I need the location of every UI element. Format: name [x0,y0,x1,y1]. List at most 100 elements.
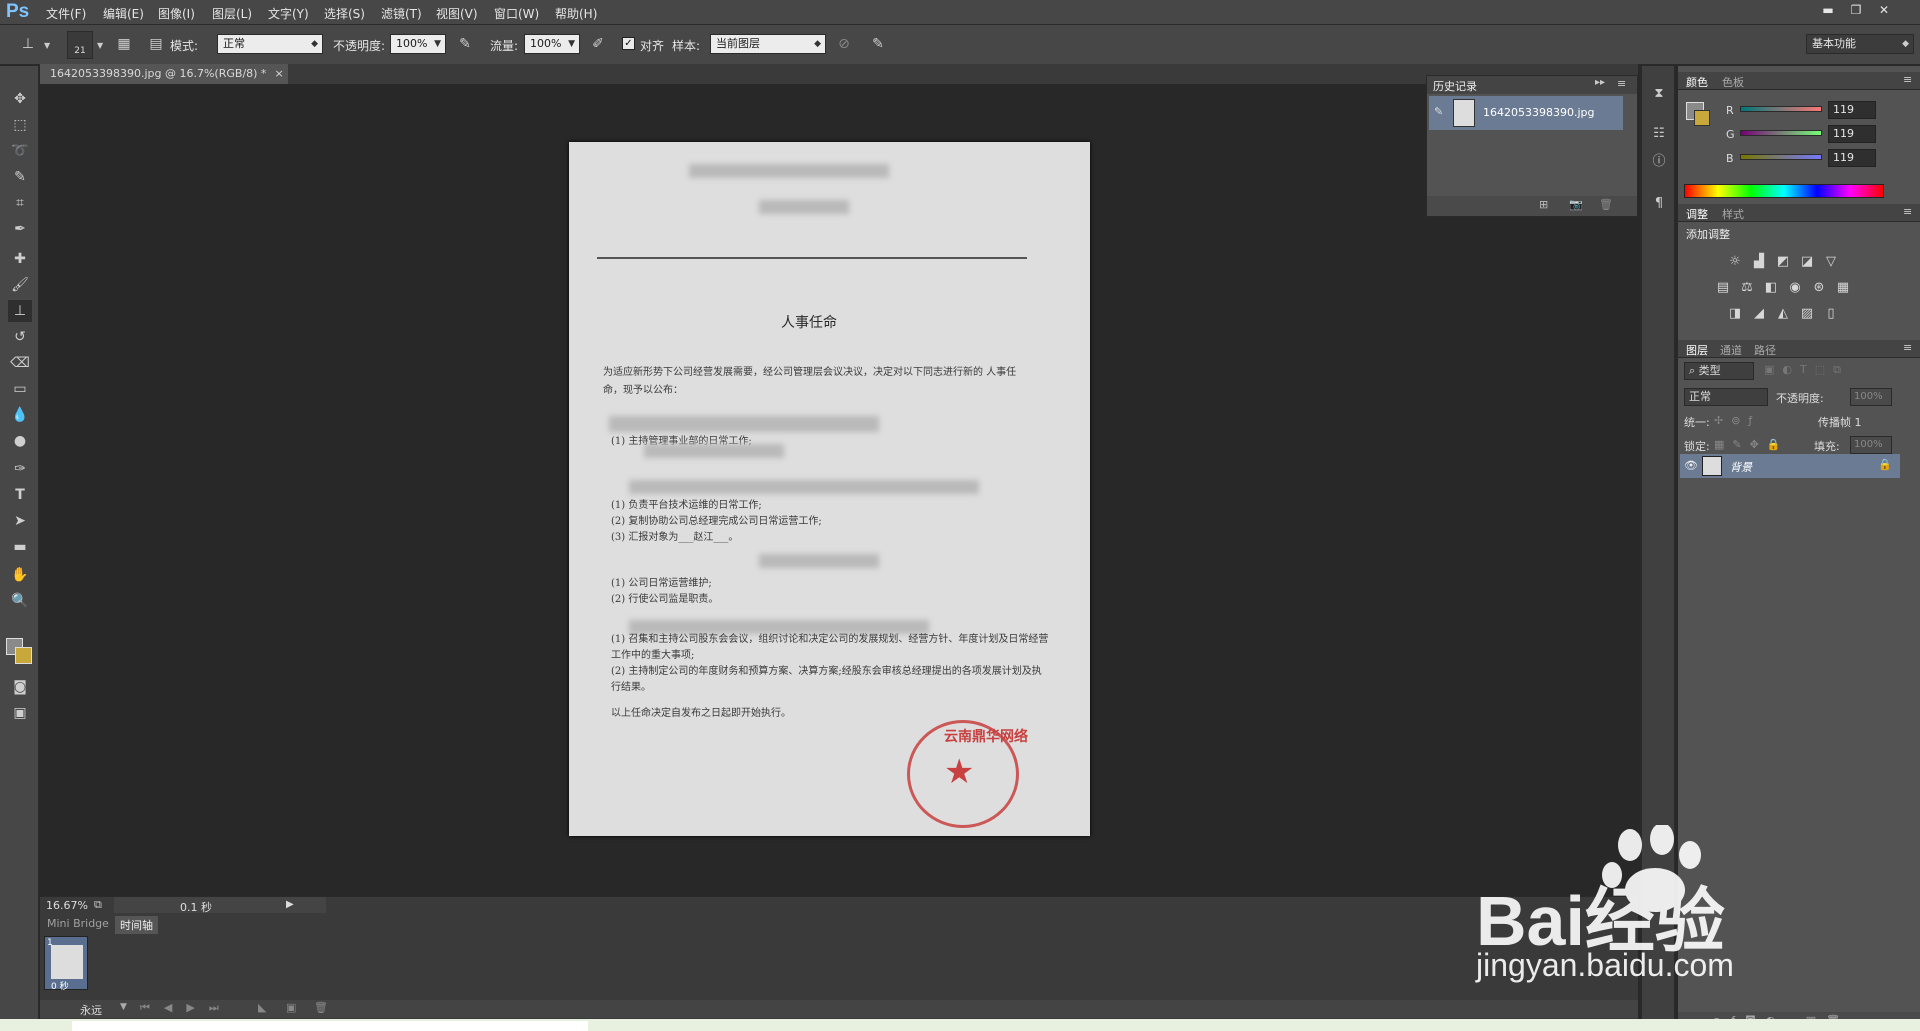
layer-opacity-input[interactable]: 100% [1850,388,1892,406]
layer-filter-icons[interactable]: ▣◐T⬚⧉ [1764,363,1849,377]
screen-mode-icon[interactable]: ▣ [8,702,32,724]
fill-input[interactable]: 100% [1850,436,1892,454]
path-select-tool-icon[interactable]: ➤ [8,510,32,532]
loop-select[interactable]: 永远 [80,1002,102,1018]
unify-icons[interactable]: ✢⊚ƒ [1714,414,1760,427]
status-info-icon[interactable]: ⧉ [94,898,102,912]
r-slider[interactable] [1740,106,1822,112]
info-panel-icon[interactable]: ⓘ [1649,152,1669,172]
menu-type[interactable]: 文字(Y) [268,5,309,22]
quick-mask-icon[interactable]: ◙ [8,676,32,698]
vibrance-icon[interactable]: ▽ [1822,254,1840,270]
brightness-icon[interactable]: ☼ [1726,254,1744,270]
tab-swatches[interactable]: 色板 [1718,74,1748,90]
brush-tool-icon[interactable]: 🖌 [8,274,32,296]
zoom-level[interactable]: 16.67% [46,899,88,912]
close-icon[interactable]: ✕ [1874,2,1894,18]
ignore-adjustment-icon[interactable]: ⊘ [834,34,854,54]
hand-tool-icon[interactable]: ✋ [8,564,32,586]
lock-icons[interactable]: ▦✎✥🔒 [1714,438,1789,451]
new-document-from-state-icon[interactable]: ⊞ [1539,198,1548,211]
history-panel-icon[interactable]: ⧗ [1649,84,1669,104]
gradient-map-icon[interactable]: ▨ [1798,306,1816,322]
menu-layer[interactable]: 图层(L) [212,5,252,22]
history-item[interactable]: ✎ 1642053398390.jpg [1429,96,1623,130]
minimize-icon[interactable]: ▬ [1818,2,1838,18]
brush-panel-icon[interactable]: ▦ [114,34,134,54]
type-tool-icon[interactable]: T [8,484,32,506]
status-menu-icon[interactable]: ▶ [286,899,294,910]
threshold-icon[interactable]: ◭ [1774,306,1792,322]
tab-styles[interactable]: 样式 [1718,206,1748,222]
clone-stamp-tool-icon[interactable]: ⊥ [8,300,32,322]
eyedropper-tool-icon[interactable]: ✒ [8,218,32,240]
airbrush-icon[interactable]: ✐ [588,34,608,54]
b-input[interactable]: 119 [1828,149,1876,167]
b-slider[interactable] [1740,154,1822,160]
panel-menu-icon[interactable]: ≡ [1903,205,1912,218]
tab-mini-bridge[interactable]: Mini Bridge [42,916,114,931]
spot-heal-tool-icon[interactable]: ✚ [8,248,32,270]
close-tab-icon[interactable]: × [274,67,283,80]
delete-frame-icon[interactable]: 🗑 [314,1001,328,1014]
snapshot-icon[interactable]: 📷 [1569,198,1583,211]
menu-help[interactable]: 帮助(H) [555,5,597,22]
tab-channels[interactable]: 通道 [1716,342,1746,358]
g-input[interactable]: 119 [1828,125,1876,143]
menu-view[interactable]: 视图(V) [436,5,478,22]
clone-stamp-icon[interactable]: ⊥ [18,34,38,54]
levels-icon[interactable]: ▟ [1750,254,1768,270]
playback-controls[interactable]: ⏮◀▶⏭ [140,1001,233,1015]
layer-filter-select[interactable]: ⌕ 类型 [1684,362,1754,380]
photo-filter-icon[interactable]: ◉ [1786,280,1804,296]
color-balance-icon[interactable]: ⚖ [1738,280,1756,296]
lasso-tool-icon[interactable]: ➰ [8,140,32,162]
background-color-swatch[interactable] [15,647,32,664]
history-tab[interactable]: 历史记录 [1433,78,1477,94]
shape-tool-icon[interactable]: ▬ [8,536,32,558]
exposure-icon[interactable]: ◪ [1798,254,1816,270]
selective-color-icon[interactable]: ▯ [1822,306,1840,322]
brush-preset[interactable]: 21 [67,31,93,59]
delete-state-icon[interactable]: 🗑 [1599,198,1613,211]
tab-paths[interactable]: 路径 [1750,342,1780,358]
posterize-icon[interactable]: ◢ [1750,306,1768,322]
invert-icon[interactable]: ◨ [1726,306,1744,322]
opacity-input[interactable]: 100% ▼ [390,34,446,54]
background-color-swatch[interactable] [1694,110,1710,126]
propagate-frame-label[interactable]: 传播帧 1 [1818,414,1862,430]
quick-select-tool-icon[interactable]: ✎ [8,166,32,188]
align-checkbox[interactable]: ✓ [622,37,635,50]
frame-delay[interactable]: 0 秒 [51,979,69,992]
color-spectrum[interactable] [1684,184,1884,198]
new-frame-icon[interactable]: ▣ [286,1001,296,1014]
marquee-tool-icon[interactable]: ⬚ [8,114,32,136]
layer-name[interactable]: 背景 [1730,459,1752,475]
gradient-tool-icon[interactable]: ▭ [8,378,32,400]
menu-filter[interactable]: 滤镜(T) [381,5,422,22]
channel-mixer-icon[interactable]: ⊛ [1810,280,1828,296]
pressure-opacity-icon[interactable]: ✎ [455,34,475,54]
r-input[interactable]: 119 [1828,101,1876,119]
zoom-tool-icon[interactable]: 🔍 [8,590,32,612]
timeline-frame[interactable]: 1 0 秒 [44,936,88,992]
history-brush-source-icon[interactable]: ✎ [1434,105,1443,118]
history-brush-tool-icon[interactable]: ↺ [8,326,32,348]
menu-file[interactable]: 文件(F) [46,5,86,22]
properties-panel-icon[interactable]: ☷ [1649,124,1669,144]
collapse-icon[interactable]: ▸▸ [1595,77,1605,88]
tab-adjustments[interactable]: 调整 [1682,206,1712,222]
curves-icon[interactable]: ◩ [1774,254,1792,270]
eraser-tool-icon[interactable]: ⌫ [8,352,32,374]
document-image[interactable]: 人事任命 为适应新形势下公司经营发展需要，经公司管理层会议决议，决定对以下同志进… [569,142,1090,836]
blend-mode-select[interactable]: 正常 [1684,388,1768,406]
restore-icon[interactable]: ❐ [1846,2,1866,18]
paragraph-panel-icon[interactable]: ¶ [1649,194,1669,214]
dodge-tool-icon[interactable]: ● [8,430,32,452]
chevron-down-icon[interactable]: ▼ [97,41,103,50]
menu-select[interactable]: 选择(S) [324,5,365,22]
tab-timeline[interactable]: 时间轴 [115,916,158,934]
visibility-eye-icon[interactable]: 👁 [1684,459,1698,472]
layer-row[interactable]: 👁 背景 🔒 [1680,454,1900,478]
panel-menu-icon[interactable]: ≡ [1903,341,1912,354]
